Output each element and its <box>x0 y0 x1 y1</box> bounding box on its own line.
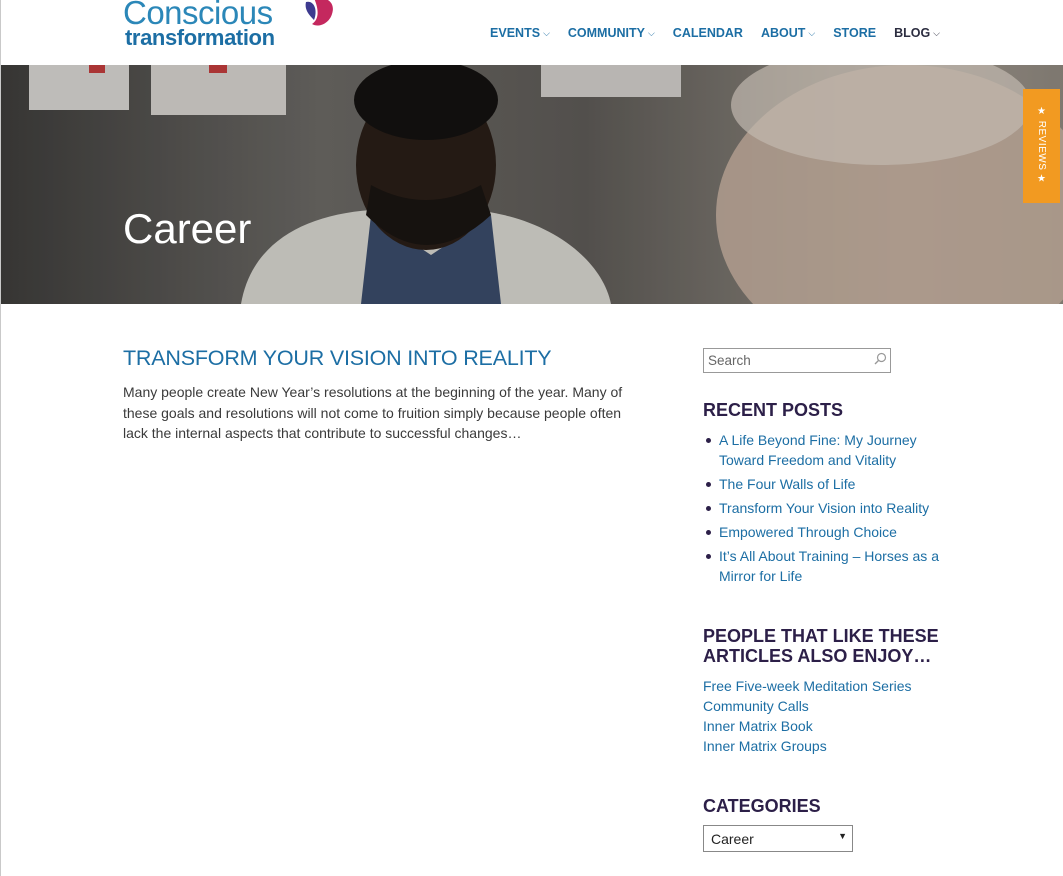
reviews-tab[interactable]: ★ REVIEWS ★ <box>1023 89 1060 203</box>
search-box <box>703 348 891 373</box>
chevron-down-icon: ⌵ <box>808 27 816 38</box>
chevron-down-icon: ⌵ <box>933 27 940 38</box>
categories-select[interactable]: Career ▼ <box>703 825 853 852</box>
recent-post-link[interactable]: A Life Beyond Fine: My Journey Toward Fr… <box>719 432 917 468</box>
site-logo[interactable]: Conscious transformation <box>123 0 338 52</box>
also-enjoy-link[interactable]: Inner Matrix Book <box>703 716 943 736</box>
nav-item-store[interactable]: STORE <box>833 26 876 40</box>
search-icon[interactable] <box>874 352 887 365</box>
also-enjoy-link[interactable]: Inner Matrix Groups <box>703 736 943 756</box>
categories-selected-value: Career <box>711 831 754 847</box>
recent-posts-heading: RECENT POSTS <box>703 400 844 420</box>
list-item: It’s All About Training – Horses as a Mi… <box>703 546 943 586</box>
recent-post-link[interactable]: Transform Your Vision into Reality <box>719 500 929 516</box>
nav-item-label: STORE <box>833 26 877 40</box>
nav-item-label: BLOG <box>894 26 931 40</box>
nav-item-label: EVENTS <box>490 26 541 40</box>
post-title-link[interactable]: TRANSFORM YOUR VISION INTO REALITY <box>123 346 552 371</box>
page-title: Career <box>123 205 252 252</box>
nav-item-blog[interactable]: BLOG ⌵ <box>894 26 940 40</box>
hero-photo <box>1 65 1063 304</box>
search-input[interactable] <box>704 349 877 372</box>
hero-banner: Career <box>1 65 1063 304</box>
categories-heading: CATEGORIES <box>703 796 821 816</box>
main-nav: EVENTS ⌵ COMMUNITY ⌵ CALENDAR ABOUT ⌵ STORE BLOG… <box>490 26 940 40</box>
list-item: A Life Beyond Fine: My Journey Toward Fr… <box>703 430 943 470</box>
chevron-down-icon: ⌵ <box>543 27 550 38</box>
butterfly-logo-icon <box>305 0 333 26</box>
also-enjoy-link[interactable]: Community Calls <box>703 696 943 716</box>
list-item: The Four Walls of Life <box>703 474 943 494</box>
nav-item-label: ABOUT <box>760 26 806 40</box>
also-enjoy-heading: PEOPLE THAT LIKE THESE ARTICLES ALSO ENJ… <box>703 626 939 666</box>
dropdown-arrow-icon: ▼ <box>838 831 847 841</box>
post-excerpt: Many people create New Year’s resolution… <box>123 384 623 441</box>
recent-post-link[interactable]: The Four Walls of Life <box>719 476 855 492</box>
recent-post-link[interactable]: It’s All About Training – Horses as a Mi… <box>719 548 939 584</box>
chevron-down-icon: ⌵ <box>647 27 655 38</box>
nav-item-community[interactable]: COMMUNITY ⌵ <box>568 26 655 40</box>
recent-post-link[interactable]: Empowered Through Choice <box>719 524 897 540</box>
nav-item-label: CALENDAR <box>672 26 743 40</box>
nav-item-about[interactable]: ABOUT ⌵ <box>761 26 815 40</box>
reviews-tab-label: ★ REVIEWS ★ <box>1036 106 1047 186</box>
logo-text-transformation: transformation <box>125 25 275 50</box>
list-item: Transform Your Vision into Reality <box>703 498 943 518</box>
nav-item-events[interactable]: EVENTS ⌵ <box>490 26 550 40</box>
also-enjoy-links: Free Five-week Meditation Series Communit… <box>703 676 943 756</box>
also-enjoy-link[interactable]: Free Five-week Meditation Series <box>703 676 943 696</box>
nav-item-label: COMMUNITY <box>567 26 645 40</box>
list-item: Empowered Through Choice <box>703 522 943 542</box>
site-header: Conscious transformation EVENTS ⌵ COMMUNIT… <box>1 0 1063 65</box>
recent-posts-list: A Life Beyond Fine: My Journey Toward Fr… <box>703 430 943 590</box>
nav-item-calendar[interactable]: CALENDAR <box>673 26 743 40</box>
